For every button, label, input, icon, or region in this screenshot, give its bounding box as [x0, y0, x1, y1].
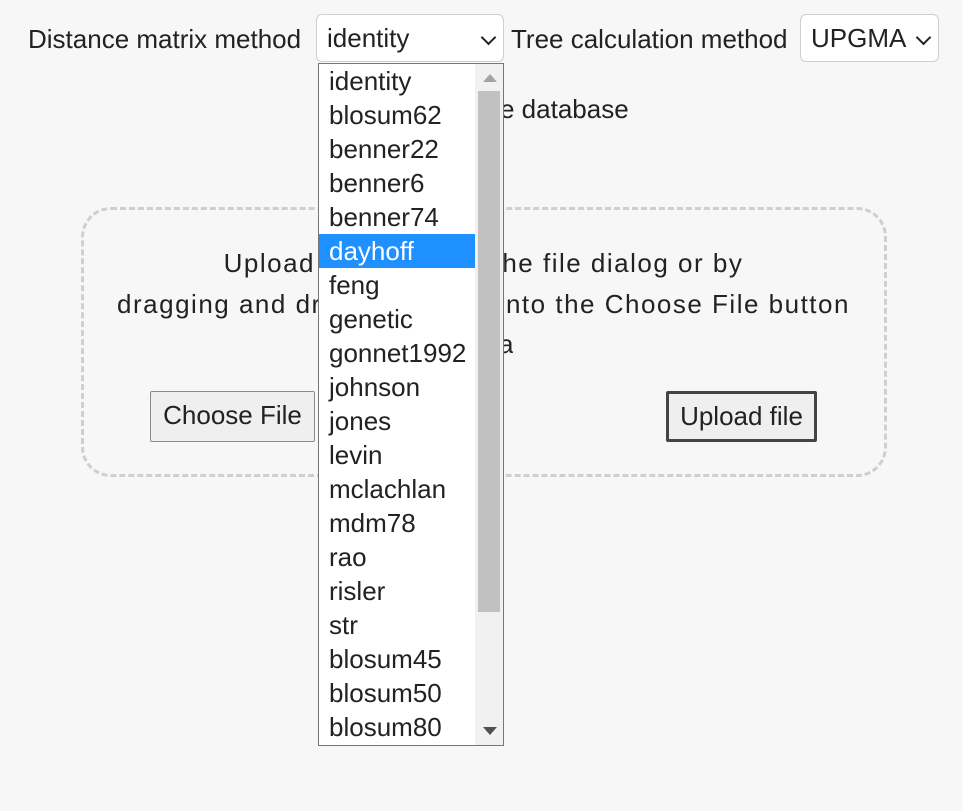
chevron-down-icon: [915, 29, 932, 46]
distance-matrix-value: identity: [327, 23, 410, 53]
dropdown-option[interactable]: benner6: [319, 166, 475, 200]
dropdown-option[interactable]: identity: [319, 64, 475, 98]
dropdown-option[interactable]: mclachlan: [319, 472, 475, 506]
dropdown-option[interactable]: benner74: [319, 200, 475, 234]
choose-file-button[interactable]: Choose File: [150, 391, 315, 442]
scroll-down-arrow-icon[interactable]: [483, 727, 497, 735]
tree-method-label: Tree calculation method: [511, 24, 788, 54]
dropdown-option[interactable]: feng: [319, 268, 475, 302]
dropdown-option[interactable]: blosum80: [319, 710, 475, 744]
dropdown-option[interactable]: mdm78: [319, 506, 475, 540]
tree-method-select[interactable]: UPGMA: [800, 14, 939, 62]
distance-matrix-options-list[interactable]: identity blosum62 benner22 benner6 benner74 d…: [318, 63, 504, 746]
dropdown-option[interactable]: jones: [319, 404, 475, 438]
dropdown-option[interactable]: levin: [319, 438, 475, 472]
upload-file-button[interactable]: Upload file: [666, 391, 817, 442]
distance-matrix-select[interactable]: identity: [316, 14, 504, 62]
distance-matrix-label: Distance matrix method: [28, 24, 302, 54]
dropdown-option[interactable]: genetic: [319, 302, 475, 336]
dropdown-option[interactable]: blosum45: [319, 642, 475, 676]
scrollbar-thumb[interactable]: [478, 91, 500, 612]
dropdown-option[interactable]: blosum50: [319, 676, 475, 710]
dropdown-option[interactable]: blosum62: [319, 98, 475, 132]
tree-method-value: UPGMA: [811, 23, 907, 53]
dropdown-option[interactable]: rao: [319, 540, 475, 574]
dropdown-option[interactable]: gonnet1992: [319, 336, 475, 370]
dropdown-option[interactable]: dayhoff: [319, 234, 475, 268]
scroll-up-arrow-icon[interactable]: [483, 74, 497, 82]
dropdown-option[interactable]: benner22: [319, 132, 475, 166]
database-text: e database: [500, 94, 629, 124]
scrollbar[interactable]: [475, 64, 503, 745]
dropdown-option[interactable]: johnson: [319, 370, 475, 404]
chevron-down-icon: [480, 29, 497, 46]
dropdown-option[interactable]: str: [319, 608, 475, 642]
dropdown-option[interactable]: risler: [319, 574, 475, 608]
